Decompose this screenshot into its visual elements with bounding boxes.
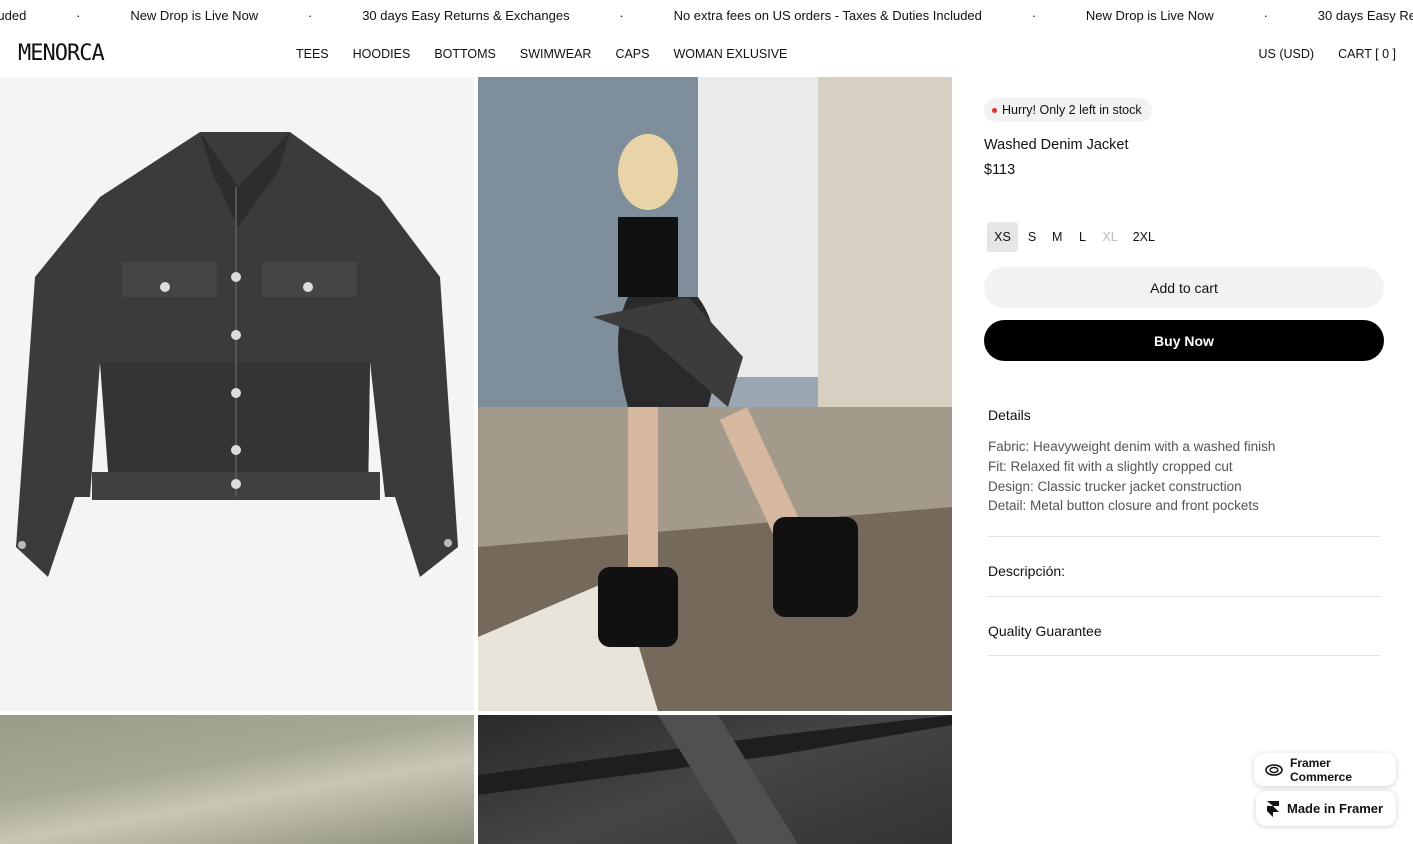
made-in-framer-label: Made in Framer (1287, 801, 1384, 816)
details-item: Fit: Relaxed fit with a slightly cropped… (988, 458, 1233, 474)
made-in-framer-badge[interactable]: Made in Framer (1256, 791, 1396, 826)
divider (988, 655, 1380, 656)
ticker-separator: · (1263, 8, 1268, 23)
add-to-cart-button[interactable]: Add to cart (984, 267, 1384, 308)
brand-logo[interactable]: MENORCA (18, 41, 105, 66)
nav-item-woman-exclusive[interactable]: WOMAN EXLUSIVE (673, 47, 787, 61)
divider (988, 536, 1380, 537)
collar-detail-illustration (478, 715, 952, 844)
street-photo-illustration (478, 77, 952, 711)
product-image-jacket[interactable] (0, 77, 474, 711)
details-item: Design: Classic trucker jacket construct… (988, 478, 1242, 494)
size-option-xl[interactable]: XL (1096, 222, 1123, 252)
ticker-item: cluded (0, 8, 27, 23)
product-price: $113 (984, 162, 1016, 178)
header-actions: US (USD) CART [ 0 ] (1259, 47, 1396, 61)
product-image-collar-detail[interactable] (478, 715, 952, 844)
ticker-item: 30 days Easy Returns & E (1317, 8, 1413, 23)
nav-item-hoodies[interactable]: HOODIES (353, 47, 411, 61)
divider (988, 596, 1380, 597)
size-option-m[interactable]: M (1046, 222, 1068, 252)
ticker-track: cluded · New Drop is Live Now · 30 days … (0, 8, 1413, 23)
ticker-separator: · (308, 8, 313, 23)
details-heading: Details (988, 407, 1031, 423)
size-option-l[interactable]: L (1071, 222, 1093, 252)
nav-item-swimwear[interactable]: SWIMWEAR (520, 47, 592, 61)
size-selector: XS S M L XL 2XL (987, 222, 1161, 252)
ticker-item: No extra fees on US orders - Taxes & Dut… (673, 8, 982, 23)
stock-dot-icon (992, 107, 997, 113)
framer-commerce-icon (1265, 763, 1283, 776)
size-option-s[interactable]: S (1021, 222, 1043, 252)
currency-selector[interactable]: US (USD) (1259, 47, 1315, 61)
size-option-2xl[interactable]: 2XL (1127, 222, 1161, 252)
announcement-ticker: cluded · New Drop is Live Now · 30 days … (0, 0, 1413, 32)
accordion-description[interactable]: Descripción: (988, 563, 1065, 579)
size-option-xs[interactable]: XS (987, 222, 1018, 252)
ticker-separator: · (1031, 8, 1037, 23)
product-image-floor-detail[interactable] (0, 715, 474, 844)
cart-link[interactable]: CART [ 0 ] (1338, 47, 1396, 61)
stock-badge-text: Hurry! Only 2 left in stock (1002, 103, 1142, 117)
stock-badge: Hurry! Only 2 left in stock (984, 98, 1152, 122)
nav-item-bottoms[interactable]: BOTTOMS (434, 47, 496, 61)
buy-now-button[interactable]: Buy Now (984, 320, 1384, 361)
ticker-item: New Drop is Live Now (130, 8, 259, 23)
framer-commerce-badge[interactable]: Framer Commerce (1254, 753, 1396, 786)
ticker-item: 30 days Easy Returns & Exchanges (362, 8, 570, 23)
framer-commerce-label: Framer Commerce (1289, 755, 1353, 784)
accordion-quality-guarantee[interactable]: Quality Guarantee (988, 623, 1102, 639)
site-header: MENORCA TEES HOODIES BOTTOMS SWIMWEAR CA… (0, 32, 1413, 77)
nav-item-tees[interactable]: TEES (296, 47, 329, 61)
product-image-street[interactable] (478, 77, 952, 711)
details-item: Fabric: Heavyweight denim with a washed … (988, 439, 1276, 454)
ticker-separator: · (619, 8, 624, 23)
ticker-separator: · (76, 8, 81, 23)
details-list: Fabric: Heavyweight denim with a washed … (988, 437, 1275, 516)
main-nav: TEES HOODIES BOTTOMS SWIMWEAR CAPS WOMAN… (296, 47, 787, 61)
nav-item-caps[interactable]: CAPS (615, 47, 649, 61)
product-title: Washed Denim Jacket (984, 137, 1129, 153)
ticker-item: New Drop is Live Now (1085, 8, 1214, 23)
denim-jacket-illustration (16, 132, 458, 577)
framer-logo-icon (1267, 800, 1279, 817)
details-item: Detail: Metal button closure and front p… (988, 498, 1259, 514)
